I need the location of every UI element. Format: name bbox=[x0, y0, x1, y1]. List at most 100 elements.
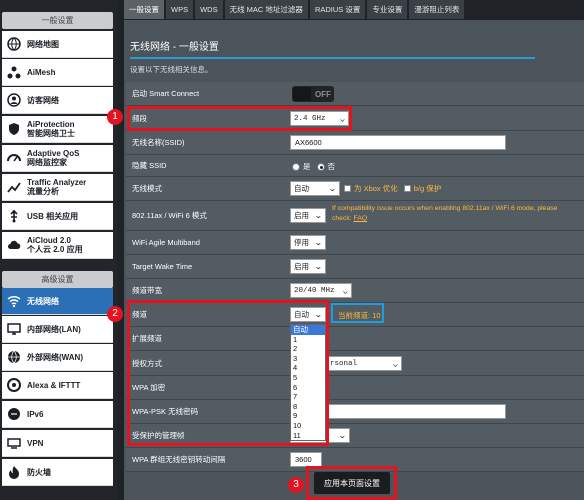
chevron-down-icon: ⌄ bbox=[342, 286, 349, 296]
bandwidth-value: 20/40 MHz bbox=[294, 286, 335, 295]
channel-option[interactable]: 9 bbox=[291, 411, 325, 421]
wifi-icon bbox=[6, 293, 22, 309]
row-ssid: 无线名称(SSID) AX6600 bbox=[126, 131, 584, 155]
wireless-mode-select[interactable]: 自动 ⌄ bbox=[290, 181, 340, 196]
channel-option[interactable]: 4 bbox=[291, 363, 325, 373]
agile-value: 停用 bbox=[294, 238, 309, 247]
channel-option[interactable]: 5 bbox=[291, 373, 325, 383]
chevron-down-icon: ⌄ bbox=[314, 238, 324, 247]
twt-label: Target Wake Time bbox=[132, 262, 193, 271]
sidebar-item-wan[interactable]: 外部网络(WAN) bbox=[2, 344, 113, 371]
page-title: 无线网络 - 一般设置 bbox=[130, 42, 219, 53]
qos-icon bbox=[6, 150, 22, 166]
smart-connect-label: 启动 Smart Connect bbox=[132, 89, 200, 98]
hide-ssid-label: 隐藏 SSID bbox=[132, 161, 167, 170]
cloud-icon bbox=[6, 237, 22, 253]
hide-ssid-no-label: 否 bbox=[327, 162, 336, 171]
hide-ssid-yes-radio[interactable] bbox=[292, 162, 300, 171]
guest-network-icon bbox=[6, 92, 22, 108]
annotation-badge-2: 2 bbox=[107, 306, 123, 322]
shield-icon bbox=[6, 121, 22, 137]
network-map-icon bbox=[6, 36, 22, 52]
agile-select[interactable]: 停用 ⌄ bbox=[290, 235, 326, 250]
channel-option[interactable]: 10 bbox=[291, 421, 325, 431]
sidebar-item-label: 访客网络 bbox=[27, 95, 59, 105]
bg-protect-label: b/g 保护 bbox=[413, 184, 442, 193]
channel-option[interactable]: 1 bbox=[291, 335, 325, 345]
sidebar-item-label: 无线网络 bbox=[27, 296, 59, 306]
sidebar-item-wireless[interactable]: 无线网络 bbox=[2, 288, 113, 315]
alexa-icon bbox=[6, 377, 22, 393]
sidebar-item-traffic-analyzer[interactable]: Traffic Analyzer 流量分析 bbox=[2, 174, 113, 201]
sidebar-item-firewall[interactable]: 防火墙 bbox=[2, 459, 113, 486]
tab-radius[interactable]: RADIUS 设置 bbox=[309, 0, 366, 19]
title-divider bbox=[130, 57, 535, 59]
sidebar-item-ipv6[interactable]: IPv6 bbox=[2, 401, 113, 428]
ax-faq-link[interactable]: FAQ bbox=[354, 215, 368, 222]
sidebar-item-label: VPN bbox=[27, 438, 44, 448]
chevron-down-icon: ⌄ bbox=[328, 184, 338, 193]
ssid-input[interactable]: AX6600 bbox=[290, 135, 506, 150]
twt-select[interactable]: 启用 ⌄ bbox=[290, 259, 326, 274]
sidebar-item-label: 网络地图 bbox=[27, 39, 59, 49]
toggle-knob bbox=[293, 87, 311, 101]
chevron-down-icon: ⌄ bbox=[314, 262, 324, 271]
wireless-mode-label: 无线模式 bbox=[132, 184, 162, 193]
tab-professional[interactable]: 专业设置 bbox=[367, 0, 408, 19]
ax-label: 802.11ax / WiFi 6 模式 bbox=[132, 211, 207, 220]
globe-icon bbox=[6, 349, 22, 365]
sidebar-item-network-map[interactable]: 网络地图 bbox=[2, 31, 113, 58]
bandwidth-label: 频道带宽 bbox=[132, 286, 162, 295]
sidebar-item-label: IPv6 bbox=[27, 409, 44, 419]
xbox-checkbox[interactable] bbox=[344, 185, 351, 192]
ipv6-icon bbox=[6, 406, 22, 422]
channel-dropdown-list: 自动 1 2 3 4 5 6 7 8 9 10 11 bbox=[290, 324, 326, 442]
bg-protect-checkbox[interactable] bbox=[403, 185, 411, 192]
channel-option[interactable]: 7 bbox=[291, 392, 325, 402]
sidebar-item-label: AiCloud 2.0 个人云 2.0 应用 bbox=[27, 236, 83, 254]
hide-ssid-no-radio[interactable] bbox=[316, 162, 325, 171]
channel-option[interactable]: 11 bbox=[291, 431, 325, 441]
sidebar: 一般设置 网络地图 AiMesh 访客网络 AiProtection 智能网络卫… bbox=[0, 0, 117, 500]
bandwidth-select[interactable]: 20/40 MHz ⌄ bbox=[290, 283, 352, 298]
sidebar-item-alexa-ifttt[interactable]: Alexa & IFTTT bbox=[2, 372, 113, 399]
usb-icon bbox=[6, 208, 22, 224]
sidebar-item-label: AiMesh bbox=[27, 67, 56, 77]
sidebar-item-lan[interactable]: 内部网络(LAN) bbox=[2, 316, 113, 343]
ax-note: If compatibility issue occurs when enabl… bbox=[332, 204, 558, 224]
sidebar-item-guest-network[interactable]: 访客网络 bbox=[2, 87, 113, 114]
sidebar-item-label: USB 相关应用 bbox=[27, 211, 79, 221]
sidebar-item-vpn[interactable]: VPN bbox=[2, 430, 113, 457]
sidebar-item-aiprotection[interactable]: AiProtection 智能网络卫士 bbox=[2, 116, 113, 143]
apply-button[interactable]: 应用本页面设置 bbox=[314, 472, 390, 494]
tab-wps[interactable]: WPS bbox=[166, 0, 194, 19]
toggle-state: OFF bbox=[315, 89, 331, 99]
aimesh-icon bbox=[6, 64, 22, 80]
channel-option[interactable]: 2 bbox=[291, 344, 325, 354]
ax-select[interactable]: 启用 ⌄ bbox=[290, 208, 326, 223]
row-ax-mode: 802.11ax / WiFi 6 模式 启用 ⌄ If compatibilit… bbox=[126, 201, 584, 231]
wireless-mode-value: 自动 bbox=[294, 184, 309, 193]
channel-option[interactable]: 8 bbox=[291, 402, 325, 412]
chevron-down-icon: ⌄ bbox=[338, 431, 348, 440]
row-smart-connect: 启动 Smart Connect OFF bbox=[126, 82, 584, 106]
sidebar-item-label: 防火墙 bbox=[27, 467, 51, 477]
sidebar-item-aicloud[interactable]: AiCloud 2.0 个人云 2.0 应用 bbox=[2, 232, 113, 259]
sidebar-item-aimesh[interactable]: AiMesh bbox=[2, 59, 113, 86]
channel-option[interactable]: 自动 bbox=[291, 325, 325, 335]
gtk-label: WPA 群组无线密钥转动间隔 bbox=[132, 455, 226, 464]
sidebar-item-adaptive-qos[interactable]: Adaptive QoS 网络监控家 bbox=[2, 145, 113, 172]
smart-connect-toggle[interactable]: OFF bbox=[292, 86, 334, 102]
firewall-icon bbox=[6, 464, 22, 480]
channel-option[interactable]: 6 bbox=[291, 383, 325, 393]
sidebar-item-label: 外部网络(WAN) bbox=[27, 352, 83, 362]
tab-general[interactable]: 一般设置 bbox=[124, 0, 164, 19]
gtk-input[interactable]: 3600 bbox=[290, 452, 322, 467]
tab-mac-filter[interactable]: 无线 MAC 地址过滤器 bbox=[224, 0, 308, 19]
chevron-down-icon: ⌄ bbox=[392, 359, 399, 369]
channel-option[interactable]: 3 bbox=[291, 354, 325, 364]
tab-roaming-block[interactable]: 漫游阻止列表 bbox=[409, 0, 465, 19]
tab-wds[interactable]: WDS bbox=[195, 0, 223, 19]
annotation-box-1 bbox=[127, 106, 352, 131]
sidebar-item-usb[interactable]: USB 相关应用 bbox=[2, 203, 113, 230]
